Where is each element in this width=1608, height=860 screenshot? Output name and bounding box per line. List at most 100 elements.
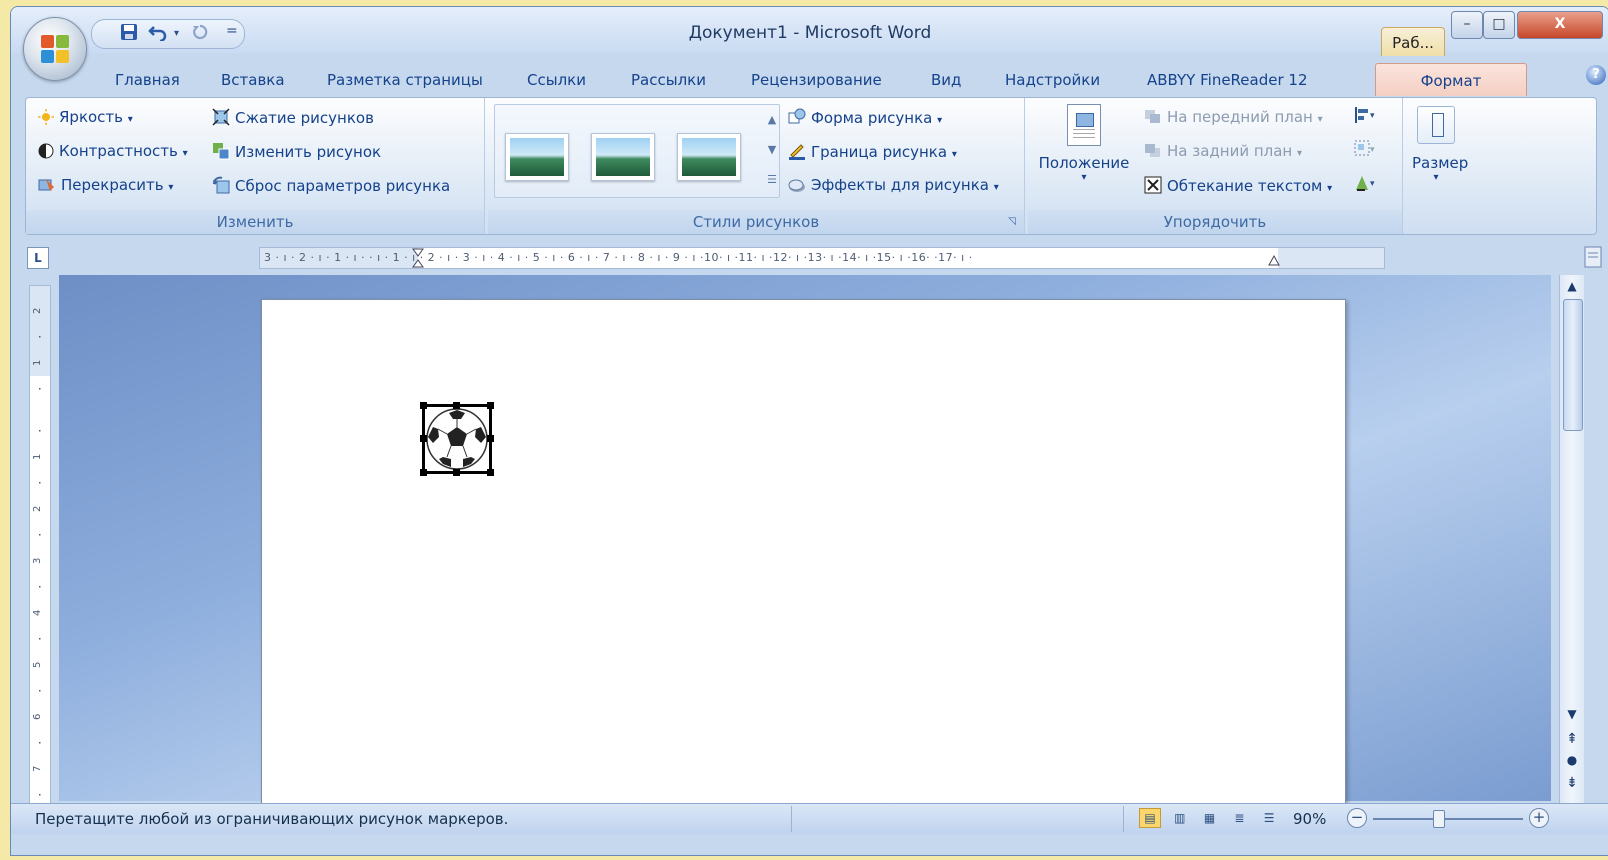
resize-handle[interactable] <box>487 402 494 409</box>
group-size: Размер ▾ <box>1406 98 1468 234</box>
resize-handle[interactable] <box>420 402 427 409</box>
zoom-level[interactable]: 90% <box>1293 810 1326 828</box>
scroll-up-icon[interactable]: ▲ <box>1560 279 1584 293</box>
rotate-icon[interactable]: ▾ <box>1354 174 1376 196</box>
minimize-button[interactable]: – <box>1451 11 1483 39</box>
send-back-icon <box>1144 143 1162 163</box>
change-picture-icon <box>212 142 230 164</box>
gallery-up-icon[interactable]: ▲ <box>761 105 783 135</box>
size-icon <box>1417 106 1455 144</box>
tab-view[interactable]: Вид <box>931 71 961 89</box>
draft-icon[interactable]: ☰ <box>1258 808 1280 828</box>
reset-picture-button[interactable]: Сброс параметров рисунка <box>212 176 450 198</box>
reset-picture-icon <box>212 176 230 198</box>
contrast-icon <box>38 143 54 163</box>
office-button[interactable] <box>23 17 87 81</box>
zoom-out-button[interactable]: − <box>1347 808 1367 828</box>
gallery-more-icon[interactable]: ☰ <box>761 165 783 195</box>
brightness-button[interactable]: Яркость ▾ <box>38 108 133 129</box>
change-picture-button[interactable]: Изменить рисунок <box>212 142 381 164</box>
web-layout-icon[interactable]: ▦ <box>1199 808 1221 828</box>
selected-picture[interactable] <box>420 402 494 476</box>
document-page[interactable] <box>261 299 1346 821</box>
style-thumbnail[interactable] <box>591 133 655 181</box>
view-ruler-icon[interactable] <box>1583 245 1603 269</box>
word-window: ▾ = Документ1 - Microsoft Word Раб... – … <box>10 6 1608 856</box>
svg-text:5: 5 <box>32 662 43 668</box>
zoom-slider[interactable] <box>1373 818 1523 820</box>
picture-border-button[interactable]: Граница рисунка ▾ <box>788 142 957 164</box>
group-picture-styles-label: Стили рисунков ◹ <box>488 210 1024 234</box>
contrast-button[interactable]: Контрастность ▾ <box>38 142 188 163</box>
browse-object-icon[interactable]: ● <box>1560 753 1584 767</box>
ribbon: Яркость ▾ Контрастность ▾ Перекрасить ▾ … <box>25 97 1597 235</box>
align-icon[interactable]: ▾ <box>1354 106 1376 128</box>
recolor-icon <box>38 177 56 197</box>
tab-insert[interactable]: Вставка <box>221 71 285 89</box>
zoom-slider-thumb[interactable] <box>1433 810 1445 828</box>
tab-addins[interactable]: Надстройки <box>1005 71 1100 89</box>
size-button[interactable]: Размер ▾ <box>1412 106 1468 183</box>
recolor-button[interactable]: Перекрасить ▾ <box>38 176 173 197</box>
svg-text:1: 1 <box>32 360 43 366</box>
style-thumbnail[interactable] <box>505 133 569 181</box>
resize-handle[interactable] <box>487 469 494 476</box>
shape-icon <box>788 108 806 130</box>
group-picture-styles: ▲ ▼ ☰ Форма рисунка ▾ Граница рисунка ▾ … <box>488 98 1025 234</box>
group-adjust: Яркость ▾ Контрастность ▾ Перекрасить ▾ … <box>26 98 485 234</box>
tab-review[interactable]: Рецензирование <box>751 71 882 89</box>
taskbar-tab-rab[interactable]: Раб... <box>1381 27 1445 56</box>
help-icon[interactable]: ? <box>1586 65 1606 85</box>
picture-shape-button[interactable]: Форма рисунка ▾ <box>788 108 942 130</box>
text-wrapping-button[interactable]: Обтекание текстом ▾ <box>1144 176 1332 198</box>
svg-text:▾: ▾ <box>1370 111 1375 121</box>
dialog-launcher-icon[interactable]: ◹ <box>1008 210 1016 234</box>
scroll-down-icon[interactable]: ▼ <box>1560 707 1584 721</box>
resize-handle[interactable] <box>420 469 427 476</box>
vertical-scrollbar[interactable]: ▲ ▼ ⇞ ● ⇟ <box>1559 275 1584 805</box>
position-button[interactable]: Положение ▾ <box>1034 104 1134 183</box>
send-to-back-button[interactable]: На задний план ▾ <box>1144 142 1302 163</box>
full-screen-reading-icon[interactable]: ▥ <box>1169 808 1191 828</box>
tab-references[interactable]: Ссылки <box>527 71 586 89</box>
horizontal-ruler[interactable]: 3 · ı · 2 · ı · 1 · ı · · ı · 1 · ı · 2 … <box>259 247 1385 269</box>
group-objects-icon[interactable]: ▾ <box>1354 140 1376 162</box>
view-buttons: ▤ ▥ ▦ ≣ ☰ <box>1139 808 1283 830</box>
tab-page-layout[interactable]: Разметка страницы <box>327 71 483 89</box>
office-logo-icon <box>41 35 69 63</box>
svg-text:1: 1 <box>32 454 43 460</box>
previous-page-icon[interactable]: ⇞ <box>1560 731 1584 747</box>
close-button[interactable]: X <box>1517 11 1603 39</box>
resize-handle[interactable] <box>453 469 460 476</box>
maximize-button[interactable]: □ <box>1483 11 1515 39</box>
resize-handle[interactable] <box>487 435 494 442</box>
picture-styles-gallery[interactable]: ▲ ▼ ☰ <box>494 104 780 198</box>
resize-handle[interactable] <box>420 435 427 442</box>
position-icon <box>1067 104 1101 146</box>
picture-effects-button[interactable]: Эффекты для рисунка ▾ <box>788 176 999 197</box>
tab-mailings[interactable]: Рассылки <box>631 71 706 89</box>
style-thumbnail[interactable] <box>677 133 741 181</box>
gallery-down-icon[interactable]: ▼ <box>761 135 783 165</box>
tab-home[interactable]: Главная <box>115 71 180 89</box>
outline-icon[interactable]: ≣ <box>1228 808 1250 828</box>
indent-marker-icon[interactable] <box>412 248 424 268</box>
resize-handle[interactable] <box>453 402 460 409</box>
compress-pictures-button[interactable]: Сжатие рисунков <box>212 108 374 130</box>
pen-icon <box>788 142 806 164</box>
tab-selector-button[interactable]: L <box>27 247 49 269</box>
svg-text:▾: ▾ <box>1370 179 1375 189</box>
zoom-in-button[interactable]: + <box>1529 808 1549 828</box>
tab-format[interactable]: Формат <box>1375 63 1527 96</box>
window-title: Документ1 - Microsoft Word <box>688 23 932 43</box>
scrollbar-thumb[interactable] <box>1563 299 1583 431</box>
bring-front-icon <box>1144 109 1162 129</box>
soccer-ball-image[interactable] <box>425 407 489 471</box>
print-layout-icon[interactable]: ▤ <box>1139 808 1161 828</box>
next-page-icon[interactable]: ⇟ <box>1560 775 1584 791</box>
sun-icon <box>38 109 54 129</box>
right-indent-marker-icon[interactable] <box>1268 252 1280 268</box>
svg-text:2: 2 <box>32 308 43 314</box>
tab-abbyy[interactable]: ABBYY FineReader 12 <box>1147 71 1308 89</box>
bring-to-front-button[interactable]: На передний план ▾ <box>1144 108 1323 129</box>
